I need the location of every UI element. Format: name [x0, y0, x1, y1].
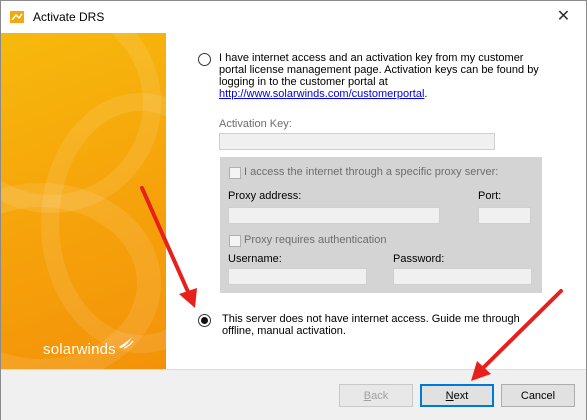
port-input[interactable]: [478, 207, 531, 224]
back-label-rest: ack: [371, 389, 389, 402]
online-activation-radio[interactable]: [198, 53, 211, 66]
offline-option-line-2: offline, manual activation.: [222, 325, 346, 337]
dialog-footer: Back Next Cancel: [1, 369, 586, 420]
proxy-server-checkbox[interactable]: [229, 167, 241, 179]
back-mnemonic: B: [363, 389, 372, 402]
proxy-server-checkbox-label: I access the internet through a specific…: [244, 166, 499, 178]
proxy-address-label: Proxy address:: [228, 190, 302, 202]
close-button[interactable]: ✕: [541, 1, 586, 31]
logo-text: solarwinds: [43, 341, 116, 358]
solarwinds-logo: solarwinds: [43, 337, 134, 358]
port-label: Port:: [478, 190, 502, 202]
activate-drs-dialog: Activate DRS ✕ solarwinds I have interne…: [0, 0, 587, 420]
bird-icon: [118, 335, 134, 355]
activation-key-input[interactable]: [219, 133, 495, 150]
offline-activation-radio[interactable]: [198, 314, 211, 327]
offline-option-line-1: This server does not have internet acces…: [222, 313, 520, 325]
next-mnemonic: N: [445, 389, 454, 402]
app-icon: [9, 9, 25, 25]
next-button[interactable]: Next: [420, 384, 494, 407]
online-option-line-2: portal license management page. Activati…: [219, 64, 539, 76]
online-option-line-3: logging in to the customer portal at: [219, 76, 388, 88]
activation-key-label: Activation Key:: [219, 118, 292, 130]
cancel-button[interactable]: Cancel: [501, 384, 575, 407]
username-input[interactable]: [228, 268, 367, 285]
password-input[interactable]: [393, 268, 532, 285]
back-button[interactable]: Back: [339, 384, 413, 407]
next-label-rest: ext: [453, 389, 469, 402]
username-label: Username:: [228, 253, 282, 265]
proxy-address-input[interactable]: [228, 207, 440, 224]
proxy-auth-checkbox[interactable]: [229, 235, 241, 247]
customer-portal-link[interactable]: http://www.solarwinds.com/customerportal: [219, 88, 424, 100]
proxy-auth-checkbox-label: Proxy requires authentication: [244, 234, 387, 246]
password-label: Password:: [393, 253, 445, 265]
customer-portal-line: http://www.solarwinds.com/customerportal…: [219, 89, 427, 100]
brand-sidebar: solarwinds: [1, 33, 166, 369]
arrow-to-next-button: [471, 289, 563, 381]
online-option-line-1: I have internet access and an activation…: [219, 52, 524, 64]
window-title: Activate DRS: [33, 10, 105, 24]
title-bar: Activate DRS ✕: [1, 1, 586, 33]
link-suffix: .: [424, 88, 428, 100]
